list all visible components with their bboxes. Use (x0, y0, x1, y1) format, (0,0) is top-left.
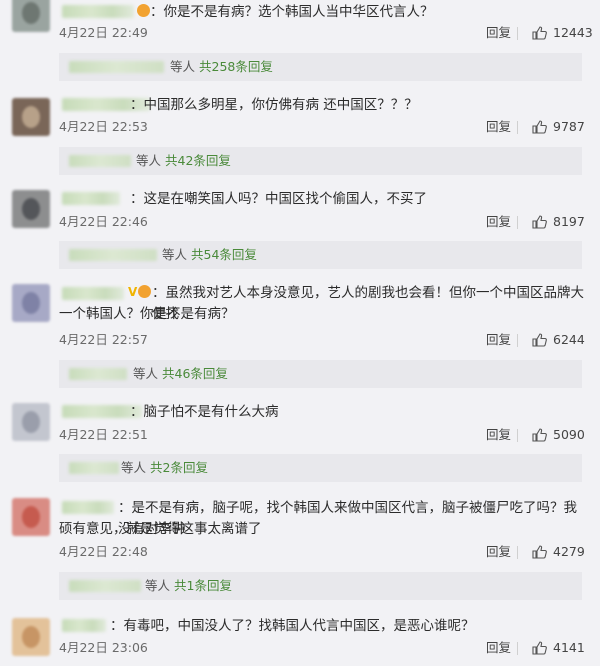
emoji-icon (137, 4, 150, 17)
divider (517, 216, 518, 229)
comment-text-continued: 一个韩国人？你是不是有病？ (59, 306, 235, 322)
reply-button[interactable]: 回复 (486, 214, 511, 230)
avatar[interactable] (12, 0, 50, 32)
divider (517, 121, 518, 134)
like-count: 8197 (553, 214, 585, 229)
emoji-icon (138, 285, 152, 298)
username-blurred[interactable] (62, 192, 120, 205)
thumbs-up-icon (532, 641, 547, 655)
divider (517, 429, 518, 442)
reply-users-blurred (69, 368, 127, 380)
user-badges: V (128, 283, 152, 302)
like-count: 4279 (553, 544, 585, 559)
reply-button[interactable]: 回复 (486, 332, 511, 348)
like-button[interactable]: 4279 (532, 544, 585, 560)
reply-summary-bar[interactable]: 等人 共46条回复 (59, 360, 582, 388)
divider (517, 334, 518, 347)
reply-summary: 等人 共46条回复 (133, 366, 228, 381)
reply-users-blurred (69, 580, 141, 592)
reply-button[interactable]: 回复 (486, 640, 511, 656)
like-button[interactable]: 5090 (532, 427, 585, 443)
comment-text: ：中国那么多明星，你仿佛有病 还中国区？？？ (130, 97, 418, 113)
user-badges (136, 3, 150, 21)
reply-button[interactable]: 回复 (486, 119, 511, 135)
reply-summary-bar[interactable]: 等人 共258条回复 (59, 53, 582, 81)
username-blurred[interactable] (62, 5, 134, 18)
comment-text-continued: 硕有意见，就是觉得这事太离谱了 (59, 521, 262, 537)
comment-text: ：脑子怕不是有什么大病 (130, 404, 279, 420)
avatar[interactable] (12, 190, 50, 228)
reply-summary: 等人 共54条回复 (162, 247, 257, 262)
avatar[interactable] (12, 284, 50, 322)
like-button[interactable]: 4141 (532, 640, 585, 656)
like-count: 4141 (553, 640, 585, 655)
reply-users-blurred (69, 249, 157, 261)
divider (517, 642, 518, 655)
verified-v-icon: V (128, 285, 138, 299)
like-button[interactable]: 9787 (532, 119, 585, 135)
reply-users-blurred (69, 61, 164, 73)
reply-users-blurred (69, 462, 119, 474)
avatar[interactable] (12, 618, 50, 656)
avatar[interactable] (12, 403, 50, 441)
comment-time: 4月22日 22:51 (59, 427, 148, 442)
comment-text: ：这是在嘲笑国人吗？中国区找个偷国人，不买了 (130, 191, 427, 207)
thumbs-up-icon (532, 120, 547, 134)
comment-time: 4月22日 22:46 (59, 214, 148, 229)
username-blurred[interactable] (62, 287, 124, 300)
comment-time: 4月22日 22:53 (59, 119, 148, 134)
comment-time: 4月22日 23:06 (59, 640, 148, 655)
like-count: 9787 (553, 119, 585, 134)
reply-summary: 等人 共1条回复 (145, 578, 232, 593)
reply-summary-bar[interactable]: 等人 共2条回复 (59, 454, 582, 482)
divider (517, 27, 518, 40)
username-blurred[interactable] (62, 501, 114, 514)
like-count: 12443 (553, 25, 593, 40)
thumbs-up-icon (532, 215, 547, 229)
comment-text: ：你是不是有病？选个韩国人当中华区代言人？ (150, 4, 434, 20)
comment-text: ：有毒吧，中国没人了？找韩国人代言中国区，是恶心谁呢？ (110, 618, 475, 634)
reply-summary: 等人 共2条回复 (121, 460, 208, 475)
reply-button[interactable]: 回复 (486, 544, 511, 560)
avatar[interactable] (12, 98, 50, 136)
like-count: 6244 (553, 332, 585, 347)
comment-time: 4月22日 22:48 (59, 544, 148, 559)
like-count: 5090 (553, 427, 585, 442)
thumbs-up-icon (532, 428, 547, 442)
comment-time: 4月22日 22:57 (59, 332, 148, 347)
reply-summary-bar[interactable]: 等人 共1条回复 (59, 572, 582, 600)
reply-summary-bar[interactable]: 等人 共42条回复 (59, 147, 582, 175)
reply-summary: 等人 共42条回复 (136, 153, 231, 168)
like-button[interactable]: 8197 (532, 214, 585, 230)
thumbs-up-icon (532, 26, 547, 40)
comment-time: 4月22日 22:49 (59, 25, 148, 40)
avatar[interactable] (12, 498, 50, 536)
thumbs-up-icon (532, 545, 547, 559)
reply-button[interactable]: 回复 (486, 25, 511, 41)
username-blurred[interactable] (62, 619, 106, 632)
divider (517, 546, 518, 559)
reply-summary-bar[interactable]: 等人 共54条回复 (59, 241, 582, 269)
like-button[interactable]: 6244 (532, 332, 585, 348)
reply-users-blurred (69, 155, 131, 167)
like-button[interactable]: 12443 (532, 25, 593, 41)
reply-button[interactable]: 回复 (486, 427, 511, 443)
reply-summary: 等人 共258条回复 (170, 59, 273, 74)
thumbs-up-icon (532, 333, 547, 347)
